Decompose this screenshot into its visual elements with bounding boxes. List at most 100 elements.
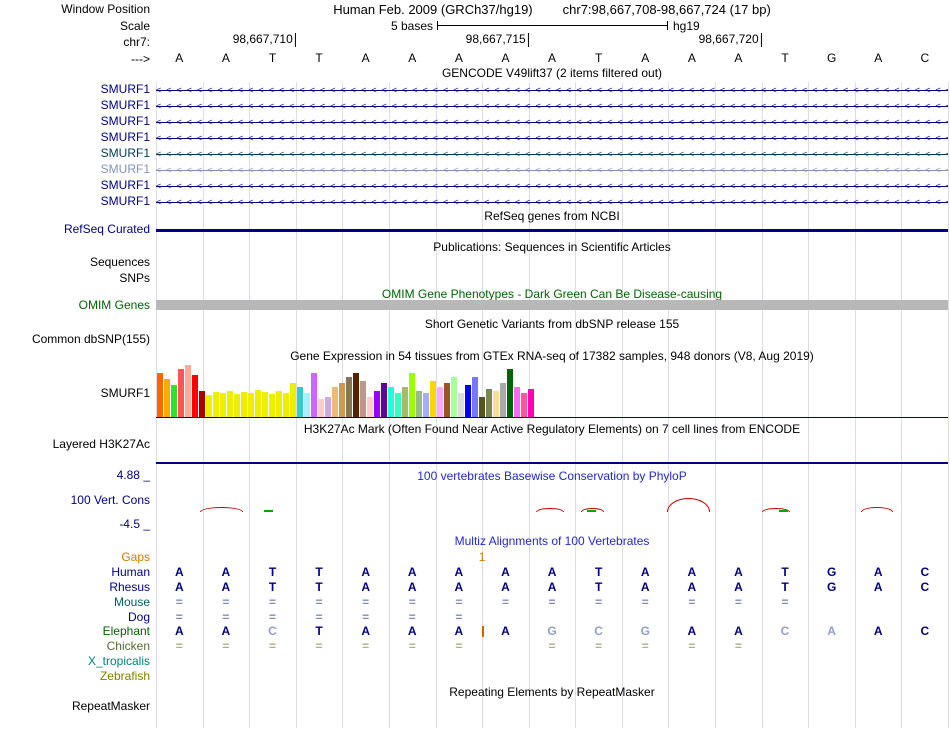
multiz-row-label-rhesus[interactable]: Rhesus (0, 581, 150, 594)
gencode-transcript-row[interactable]: <<<<<<<<<<<<<<<<<<<<<<<<<<<<<<<<<<<<<<<<… (156, 100, 948, 113)
alignment-base (902, 596, 949, 609)
h3k27ac-label[interactable]: Layered H3K27Ac (0, 438, 150, 451)
omim-gene-bar[interactable] (156, 300, 948, 310)
omim-genes-label[interactable]: OMIM Genes (0, 299, 150, 312)
repeatmasker-label[interactable]: RepeatMasker (0, 700, 150, 713)
alignment-base: A (174, 624, 184, 638)
gtex-bar (437, 387, 443, 417)
alignment-base: = (548, 595, 556, 609)
alignment-base: T (315, 565, 323, 579)
coordinate-row: 98,667,710 98,667,715 98,667,720 (156, 33, 948, 47)
alignment-base: = (595, 595, 603, 609)
sequences-label[interactable]: Sequences (0, 256, 150, 269)
repeatmasker-header[interactable]: Repeating Elements by RepeatMasker (156, 686, 948, 699)
refseq-transcript-bar[interactable] (156, 229, 948, 232)
gencode-gene-label[interactable]: SMURF1 (0, 163, 150, 176)
multiz-row-gaps: 1 (156, 551, 948, 564)
multiz-row-label-dog[interactable]: Dog (0, 611, 150, 624)
alignment-base: = (268, 610, 276, 624)
alignment-base: G (826, 580, 837, 594)
h3k27ac-header[interactable]: H3K27Ac Mark (Often Found Near Active Re… (156, 423, 948, 436)
position-text: chr7:98,667,708-98,667,724 (17 bp) (562, 2, 771, 17)
gtex-bar (486, 389, 492, 417)
gencode-transcript-row[interactable]: <<<<<<<<<<<<<<<<<<<<<<<<<<<<<<<<<<<<<<<<… (156, 148, 948, 161)
gencode-gene-label[interactable]: SMURF1 (0, 195, 150, 208)
refseq-curated-label[interactable]: RefSeq Curated (0, 223, 150, 236)
coordinate-tick: 98,667,720 (699, 33, 762, 47)
multiz-row-dog: = = = = = = = (156, 611, 948, 624)
gtex-bar (444, 383, 450, 417)
alignment-base: A (407, 580, 417, 594)
base-letter: A (361, 51, 370, 65)
multiz-row-label-chicken[interactable]: Chicken (0, 640, 150, 653)
dbsnp-header[interactable]: Short Genetic Variants from dbSNP releas… (156, 318, 948, 331)
assembly-tag: hg19 (673, 19, 700, 33)
alignment-base: A (734, 565, 743, 579)
alignment-base: = (175, 610, 183, 624)
multiz-row-label-human[interactable]: Human (0, 566, 150, 579)
multiz-header[interactable]: Multiz Alignments of 100 Vertebrates (156, 535, 948, 548)
alignment-base: = (175, 595, 183, 609)
gencode-gene-label[interactable]: SMURF1 (0, 179, 150, 192)
multiz-row-label-mouse[interactable]: Mouse (0, 596, 150, 609)
chromosome-label: chr7: (123, 35, 150, 49)
gencode-header[interactable]: GENCODE V49lift37 (2 items filtered out) (156, 67, 948, 80)
alignment-base: G (640, 624, 650, 638)
gtex-bars[interactable] (157, 365, 535, 417)
gencode-transcript-row[interactable]: <<<<<<<<<<<<<<<<<<<<<<<<<<<<<<<<<<<<<<<<… (156, 164, 948, 177)
gtex-bar (262, 392, 268, 417)
gencode-transcript-row[interactable]: <<<<<<<<<<<<<<<<<<<<<<<<<<<<<<<<<<<<<<<<… (156, 132, 948, 145)
coordinate-tick: 98,667,715 (466, 33, 529, 47)
multiz-row-label-gaps[interactable]: Gaps (0, 551, 150, 564)
multiz-row-human: AATTAAAAATAAATGAC (156, 566, 948, 579)
gencode-transcript-row[interactable]: <<<<<<<<<<<<<<<<<<<<<<<<<<<<<<<<<<<<<<<<… (156, 196, 948, 209)
multiz-row-chicken: = = = = = = = = = = = = (156, 640, 948, 653)
gtex-bar (283, 393, 289, 417)
refseq-header[interactable]: RefSeq genes from NCBI (156, 210, 948, 223)
gencode-gene-label[interactable]: SMURF1 (0, 147, 150, 160)
base-letter: A (734, 51, 743, 65)
conservation-header[interactable]: 100 vertebrates Basewise Conservation by… (156, 470, 948, 483)
alignment-base (669, 611, 716, 624)
dbsnp-label[interactable]: Common dbSNP(155) (0, 333, 150, 346)
alignment-base: A (687, 624, 697, 638)
alignment-base: A (501, 624, 510, 638)
conservation-min-label: -4.5 _ (119, 517, 150, 531)
alignment-base: A (501, 580, 510, 594)
gtex-gene-label[interactable]: SMURF1 (0, 387, 150, 400)
multiz-row-label-zebrafish[interactable]: Zebrafish (0, 670, 150, 683)
gencode-transcript-row[interactable]: <<<<<<<<<<<<<<<<<<<<<<<<<<<<<<<<<<<<<<<<… (156, 84, 948, 97)
alignment-base: T (315, 624, 323, 638)
alignment-base: A (873, 565, 883, 579)
gencode-gene-label[interactable]: SMURF1 (0, 83, 150, 96)
alignment-base: = (268, 639, 276, 653)
gtex-bar (318, 399, 324, 417)
conservation-track-label[interactable]: 100 Vert. Cons (0, 494, 150, 507)
strand-label[interactable]: ---> (0, 53, 150, 66)
alignment-base: A (827, 624, 836, 638)
alignment-base: = (455, 595, 463, 609)
alignment-base: A (454, 624, 464, 638)
gtex-bar (234, 394, 240, 417)
alignment-base: A (640, 565, 650, 579)
alignment-base: G (547, 624, 557, 638)
gtex-header[interactable]: Gene Expression in 54 tissues from GTEx … (156, 350, 948, 363)
publications-header[interactable]: Publications: Sequences in Scientific Ar… (156, 241, 948, 254)
snps-label[interactable]: SNPs (0, 272, 150, 285)
alignment-base: T (268, 565, 277, 579)
alignment-base: = (734, 595, 742, 609)
gencode-transcript-row[interactable]: <<<<<<<<<<<<<<<<<<<<<<<<<<<<<<<<<<<<<<<<… (156, 180, 948, 193)
h3k27ac-baseline (156, 462, 948, 464)
multiz-row-label-x_tropicalis[interactable]: X_tropicalis (0, 655, 150, 668)
alignment-base (575, 611, 622, 624)
gencode-gene-label[interactable]: SMURF1 (0, 115, 150, 128)
base-letter: A (408, 51, 417, 65)
alignment-base (762, 611, 809, 624)
gencode-gene-label[interactable]: SMURF1 (0, 99, 150, 112)
alignment-base: = (268, 595, 276, 609)
multiz-row-label-elephant[interactable]: Elephant (0, 625, 150, 638)
gencode-transcript-row[interactable]: <<<<<<<<<<<<<<<<<<<<<<<<<<<<<<<<<<<<<<<<… (156, 116, 948, 129)
gencode-gene-label[interactable]: SMURF1 (0, 131, 150, 144)
base-letter: A (874, 51, 883, 65)
gtex-baseline (156, 417, 948, 418)
